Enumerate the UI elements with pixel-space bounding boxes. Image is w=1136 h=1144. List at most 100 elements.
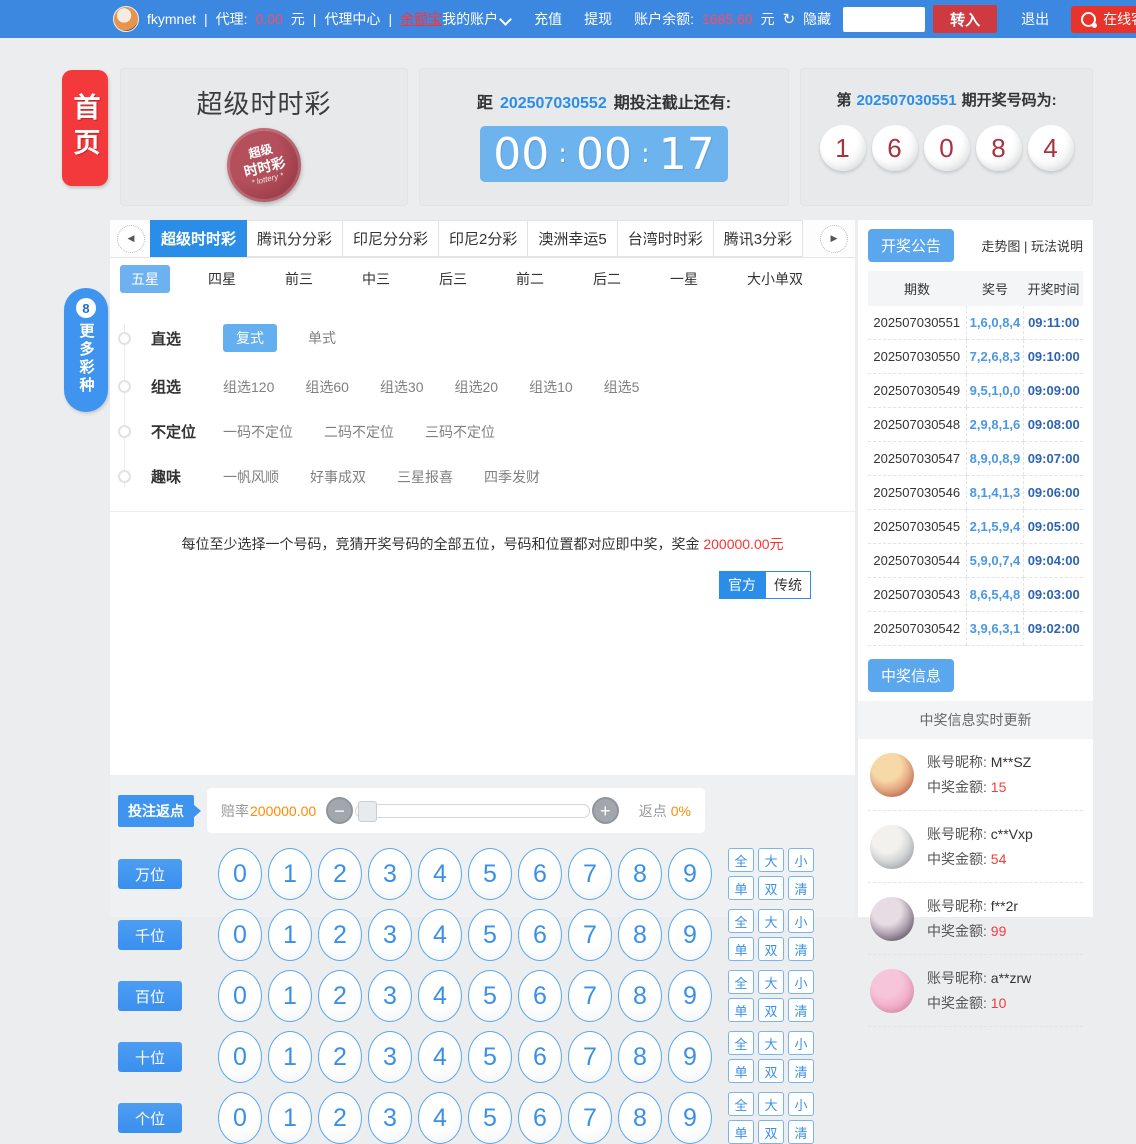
digit-ball[interactable]: 1 — [268, 1092, 312, 1144]
quick-select-button[interactable]: 小 — [788, 970, 814, 994]
digit-ball[interactable]: 0 — [218, 970, 262, 1022]
digit-ball[interactable]: 2 — [318, 848, 362, 900]
lottery-tab[interactable]: 腾讯分分彩 — [247, 220, 343, 257]
bet-option[interactable]: 组选10 — [529, 377, 573, 397]
lottery-tab[interactable]: 印尼2分彩 — [439, 220, 528, 257]
quick-select-button[interactable]: 清 — [788, 876, 814, 900]
quick-select-button[interactable]: 全 — [728, 909, 754, 933]
digit-ball[interactable]: 5 — [468, 1092, 512, 1144]
quick-select-button[interactable]: 清 — [788, 998, 814, 1022]
agent-center-link[interactable]: 代理中心 — [324, 9, 380, 29]
quick-select-button[interactable]: 清 — [788, 1059, 814, 1083]
digit-ball[interactable]: 7 — [568, 970, 612, 1022]
digit-ball[interactable]: 4 — [418, 1031, 462, 1083]
digit-ball[interactable]: 6 — [518, 1031, 562, 1083]
digit-ball[interactable]: 7 — [568, 848, 612, 900]
lottery-tab[interactable]: 印尼分分彩 — [343, 220, 439, 257]
digit-ball[interactable]: 5 — [468, 848, 512, 900]
digit-ball[interactable]: 3 — [368, 848, 412, 900]
lottery-tab[interactable]: 腾讯3分彩 — [714, 220, 803, 257]
transfer-amount-input[interactable] — [843, 7, 925, 32]
winners-tab-button[interactable]: 中奖信息 — [868, 659, 954, 692]
rebate-plus-button[interactable]: + — [592, 797, 619, 824]
rebate-minus-button[interactable]: − — [326, 797, 353, 824]
transfer-button[interactable]: 转入 — [933, 5, 997, 33]
digit-ball[interactable]: 4 — [418, 848, 462, 900]
digit-ball[interactable]: 5 — [468, 970, 512, 1022]
digit-ball[interactable]: 7 — [568, 1031, 612, 1083]
digit-ball[interactable]: 9 — [668, 1031, 712, 1083]
quick-select-button[interactable]: 双 — [758, 1059, 784, 1083]
bet-option[interactable]: 三星报喜 — [397, 467, 453, 487]
digit-ball[interactable]: 2 — [318, 970, 362, 1022]
quick-select-button[interactable]: 单 — [728, 998, 754, 1022]
quick-select-button[interactable]: 双 — [758, 876, 784, 900]
digit-ball[interactable]: 2 — [318, 1092, 362, 1144]
digit-ball[interactable]: 0 — [218, 848, 262, 900]
bet-option[interactable]: 组选120 — [223, 377, 274, 397]
bet-option[interactable]: 二码不定位 — [324, 422, 394, 442]
bet-option[interactable]: 组选20 — [455, 377, 499, 397]
quick-select-button[interactable]: 全 — [728, 970, 754, 994]
quick-select-button[interactable]: 大 — [758, 1092, 784, 1116]
digit-ball[interactable]: 4 — [418, 1092, 462, 1144]
digit-ball[interactable]: 9 — [668, 1092, 712, 1144]
quick-select-button[interactable]: 双 — [758, 1120, 784, 1144]
mode-official-button[interactable]: 官方 — [719, 571, 765, 599]
quick-select-button[interactable]: 单 — [728, 1059, 754, 1083]
quick-select-button[interactable]: 清 — [788, 1120, 814, 1144]
digit-ball[interactable]: 8 — [618, 1031, 662, 1083]
digit-ball[interactable]: 3 — [368, 970, 412, 1022]
rebate-slider[interactable] — [355, 804, 590, 818]
position-label[interactable]: 十位 — [118, 1042, 182, 1072]
quick-select-button[interactable]: 小 — [788, 1092, 814, 1116]
position-label[interactable]: 百位 — [118, 981, 182, 1011]
withdraw-link[interactable]: 提现 — [584, 9, 612, 29]
bet-option[interactable]: 组选5 — [604, 377, 640, 397]
quick-select-button[interactable]: 清 — [788, 937, 814, 961]
quick-select-button[interactable]: 双 — [758, 937, 784, 961]
quick-select-button[interactable]: 小 — [788, 1031, 814, 1055]
username-link[interactable]: fkymnet — [147, 11, 196, 27]
bet-option[interactable]: 单式 — [308, 328, 336, 348]
refresh-balance-icon[interactable]: ↻ — [783, 10, 796, 28]
home-button[interactable]: 首页 — [62, 70, 108, 186]
quick-select-button[interactable]: 大 — [758, 909, 784, 933]
bet-option[interactable]: 组选30 — [380, 377, 424, 397]
announce-tab-button[interactable]: 开奖公告 — [868, 229, 954, 262]
quick-select-button[interactable]: 全 — [728, 1031, 754, 1055]
my-account-menu[interactable]: 我的账户 — [442, 9, 510, 29]
digit-ball[interactable]: 4 — [418, 970, 462, 1022]
digit-ball[interactable]: 0 — [218, 1031, 262, 1083]
mode-traditional-button[interactable]: 传统 — [765, 571, 811, 599]
quick-select-button[interactable]: 大 — [758, 848, 784, 872]
position-label[interactable]: 个位 — [118, 1103, 182, 1133]
prev-tab-icon[interactable]: ◀ — [117, 225, 145, 253]
digit-ball[interactable]: 0 — [218, 1092, 262, 1144]
lottery-tab[interactable]: 澳洲幸运5 — [528, 220, 617, 257]
play-subtab[interactable]: 前二 — [505, 265, 555, 293]
digit-ball[interactable]: 1 — [268, 970, 312, 1022]
digit-ball[interactable]: 5 — [468, 1031, 512, 1083]
position-label[interactable]: 万位 — [118, 859, 182, 889]
play-subtab[interactable]: 大小单双 — [736, 265, 814, 293]
bet-option[interactable]: 组选60 — [305, 377, 349, 397]
digit-ball[interactable]: 9 — [668, 970, 712, 1022]
bet-option[interactable]: 好事成双 — [310, 467, 366, 487]
play-subtab[interactable]: 四星 — [197, 265, 247, 293]
position-label[interactable]: 千位 — [118, 920, 182, 950]
play-rules-link[interactable]: 玩法说明 — [1031, 239, 1083, 254]
bet-option[interactable]: 复式 — [223, 324, 277, 352]
play-subtab[interactable]: 后二 — [582, 265, 632, 293]
digit-ball[interactable]: 3 — [368, 1031, 412, 1083]
bet-option[interactable]: 三码不定位 — [425, 422, 495, 442]
quick-select-button[interactable]: 单 — [728, 1120, 754, 1144]
more-lotteries-button[interactable]: 8 更多彩种 — [64, 288, 108, 412]
next-tab-icon[interactable]: ▶ — [820, 225, 848, 253]
quick-select-button[interactable]: 小 — [788, 848, 814, 872]
logout-link[interactable]: 退出 — [1021, 9, 1049, 29]
play-subtab[interactable]: 前三 — [274, 265, 324, 293]
bet-option[interactable]: 四季发财 — [484, 467, 540, 487]
play-subtab[interactable]: 后三 — [428, 265, 478, 293]
quick-select-button[interactable]: 单 — [728, 876, 754, 900]
